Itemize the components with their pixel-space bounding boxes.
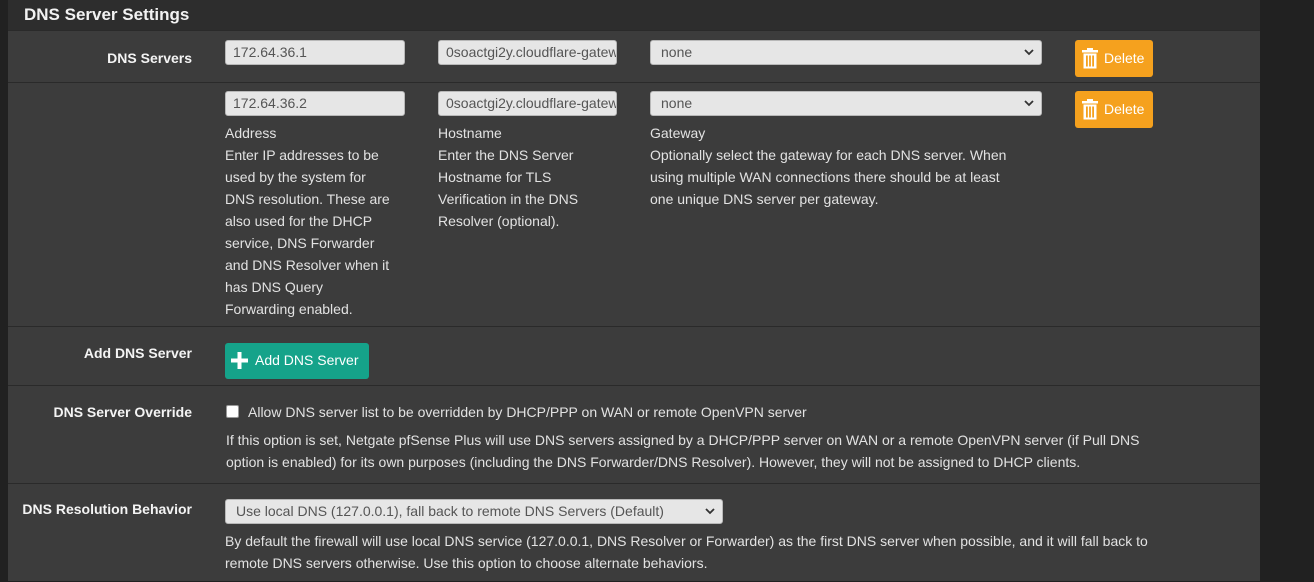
help-line: used by the system for [225,169,366,185]
chevron-down-icon [1024,49,1034,56]
help-line: has DNS Query [225,279,324,295]
gateway-help-title: Gateway [650,125,706,141]
dns-address-input-2[interactable]: 172.64.36.2 [225,91,405,116]
help-line: service, DNS Forwarder [225,235,375,251]
help-line: Optionally select the gateway for each D… [650,147,1007,163]
help-line: If this option is set, Netgate pfSense P… [226,432,1140,448]
help-line: Verification in the DNS [438,191,579,207]
help-line: one unique DNS server per gateway. [650,191,879,207]
dns-gateway-select-2[interactable]: none [650,91,1042,116]
hostname-help: Hostname Enter the DNS Server Hostname f… [438,122,638,232]
help-line: Resolver (optional). [438,213,560,229]
trash-icon [1082,48,1098,69]
dns-hostname-input-2[interactable]: 0soactgi2y.cloudflare-gateway.com [438,91,617,116]
dns-server-row-1: DNS Servers 172.64.36.1 0soactgi2y.cloud… [8,30,1260,83]
override-label: DNS Server Override [53,404,192,420]
override-row: DNS Server Override Allow DNS server lis… [8,385,1260,484]
resolution-help: By default the firewall will use local D… [225,530,1255,574]
help-line: Forwarding enabled. [225,301,353,317]
chevron-down-icon [1024,100,1034,107]
address-help-title: Address [225,125,277,141]
resolution-label: DNS Resolution Behavior [22,501,192,517]
resolution-select-value: Use local DNS (127.0.0.1), fall back to … [236,503,664,519]
dns-server-row-2: 172.64.36.2 0soactgi2y.cloudflare-gatewa… [8,82,1260,327]
help-line: By default the firewall will use local D… [225,533,1148,549]
gateway-help: Gateway Optionally select the gateway fo… [650,122,1070,210]
help-line: DNS resolution. These are [225,191,390,207]
add-dns-server-button[interactable]: Add DNS Server [225,343,369,379]
dns-servers-label: DNS Servers [107,50,192,66]
delete-button-1[interactable]: Delete [1075,40,1153,77]
address-help: Address Enter IP addresses to be used by… [225,122,425,320]
help-line: and DNS Resolver when it [225,257,390,273]
dns-gateway-select-1[interactable]: none [650,40,1042,65]
dns-address-input-1[interactable]: 172.64.36.1 [225,40,405,65]
chevron-down-icon [705,508,715,515]
override-checkbox[interactable] [226,405,239,418]
help-line: using multiple WAN connections there sho… [650,169,1000,185]
dns-gateway-value-2: none [661,95,693,111]
dns-hostname-input-1[interactable]: 0soactgi2y.cloudflare-gateway.com [438,40,617,65]
delete-label-1: Delete [1104,50,1145,66]
help-line: Enter IP addresses to be [225,147,379,163]
resolution-select[interactable]: Use local DNS (127.0.0.1), fall back to … [225,499,723,524]
panel-title: DNS Server Settings [24,5,190,24]
override-checkbox-label[interactable]: Allow DNS server list to be overridden b… [248,401,807,423]
trash-icon [1082,99,1098,120]
help-line: Enter the DNS Server [438,147,574,163]
add-dns-row: Add DNS Server [8,326,1260,386]
help-line: Hostname for TLS [438,169,552,185]
add-dns-server-button-label: Add DNS Server [255,352,359,368]
resolution-row: DNS Resolution Behavior Use local DNS (1… [8,483,1260,582]
override-help: If this option is set, Netgate pfSense P… [226,429,1246,473]
panel-heading: DNS Server Settings [8,0,1260,30]
dns-settings-panel: DNS Server Settings DNS Servers 172.64.3… [8,0,1260,581]
hostname-help-title: Hostname [438,125,502,141]
dns-gateway-value-1: none [661,44,693,60]
delete-label-2: Delete [1104,101,1145,117]
delete-button-2[interactable]: Delete [1075,91,1153,128]
add-dns-label: Add DNS Server [83,345,192,361]
help-line: option is enabled) for its own purposes … [226,454,1081,470]
help-line: remote DNS servers otherwise. Use this o… [225,555,708,571]
help-line: also used for the DHCP [225,213,373,229]
plus-icon [231,352,248,369]
